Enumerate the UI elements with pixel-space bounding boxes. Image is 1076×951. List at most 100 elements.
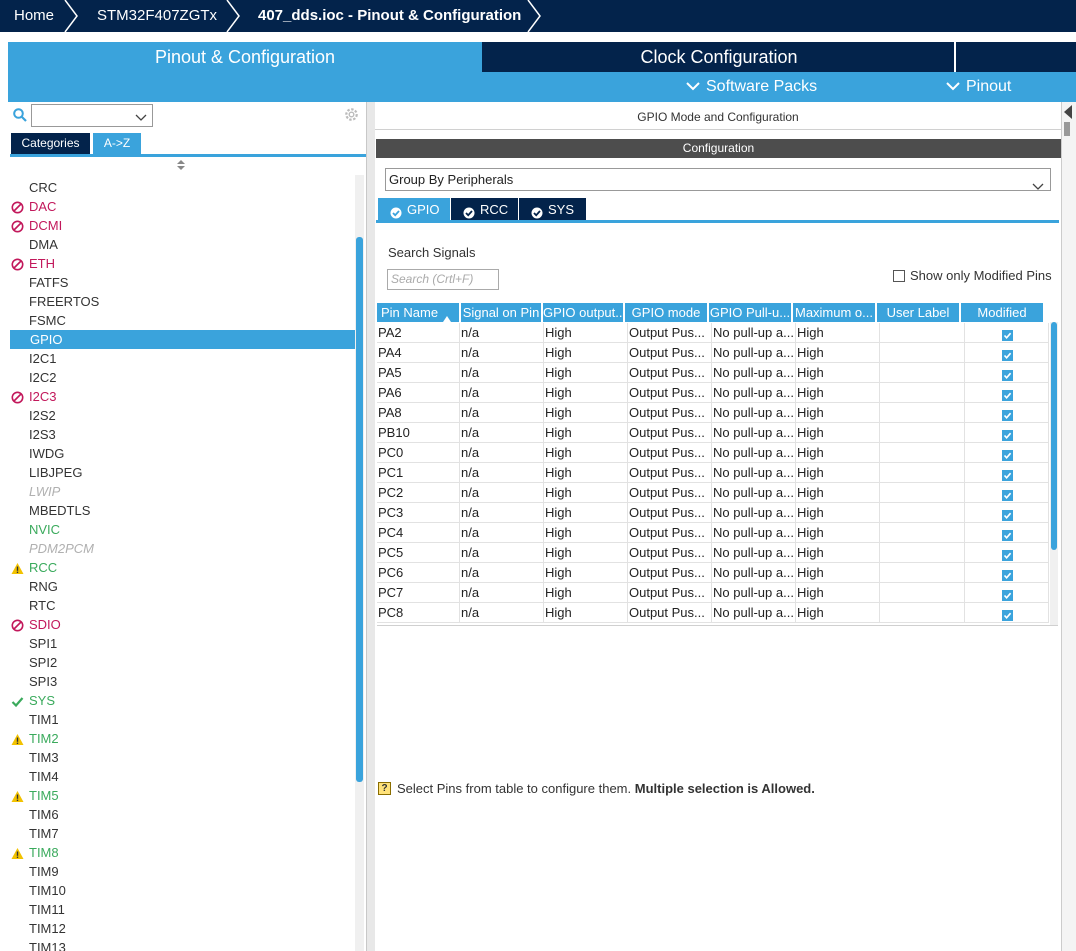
peripheral-item-tim3[interactable]: TIM3	[10, 748, 355, 767]
peripheral-item-tim4[interactable]: TIM4	[10, 767, 355, 786]
peripheral-item-lwip[interactable]: LWIP	[10, 482, 355, 501]
peripheral-item-libjpeg[interactable]: LIBJPEG	[10, 463, 355, 482]
peripheral-item-rcc[interactable]: RCC	[10, 558, 355, 577]
breadcrumb-home[interactable]: Home	[14, 0, 54, 32]
col-user-label-header[interactable]: User Label	[877, 303, 961, 322]
table-row[interactable]: PA2 n/a High Output Pus... No pull-up a... Hi…	[377, 323, 1049, 343]
table-row[interactable]: PA6 n/a High Output Pus... No pull-up a... Hi…	[377, 383, 1049, 403]
peripheral-item-tim2[interactable]: TIM2	[10, 729, 355, 748]
peripheral-item-tim11[interactable]: TIM11	[10, 900, 355, 919]
table-row[interactable]: PB10 n/a High Output Pus... No pull-up a... H…	[377, 423, 1049, 443]
peripheral-item-dma[interactable]: DMA	[10, 235, 355, 254]
col-gpio-pull-header[interactable]: GPIO Pull-u...	[709, 303, 793, 322]
col-signal-on-pin-header[interactable]: Signal on Pin	[461, 303, 543, 322]
table-row[interactable]: PC5 n/a High Output Pus... No pull-up a... Hi…	[377, 543, 1049, 563]
resize-grip[interactable]	[1064, 122, 1070, 136]
table-row[interactable]: PA5 n/a High Output Pus... No pull-up a... Hi…	[377, 363, 1049, 383]
table-row[interactable]: PC0 n/a High Output Pus... No pull-up a... Hi…	[377, 443, 1049, 463]
search-combo[interactable]	[31, 104, 153, 127]
peripheral-item-tim5[interactable]: TIM5	[10, 786, 355, 805]
tab-rcc[interactable]: RCC	[451, 198, 518, 221]
peripheral-item-freertos[interactable]: FREERTOS	[10, 292, 355, 311]
group-by-select[interactable]: Group By Peripherals	[385, 168, 1051, 191]
peripheral-item-tim10[interactable]: TIM10	[10, 881, 355, 900]
peripheral-item-i2s2[interactable]: I2S2	[10, 406, 355, 425]
peripheral-item-tim8[interactable]: TIM8	[10, 843, 355, 862]
col-maximum-output-header[interactable]: Maximum o...	[793, 303, 877, 322]
peripheral-item-eth[interactable]: ETH	[10, 254, 355, 273]
peripheral-item-dac[interactable]: DAC	[10, 197, 355, 216]
pinout-view-edge[interactable]	[1061, 102, 1076, 951]
peripheral-item-tim7[interactable]: TIM7	[10, 824, 355, 843]
peripheral-item-spi1[interactable]: SPI1	[10, 634, 355, 653]
peripheral-item-sdio[interactable]: SDIO	[10, 615, 355, 634]
col-gpio-mode-header[interactable]: GPIO mode	[625, 303, 709, 322]
software-packs-menu[interactable]: Software Packs	[686, 72, 817, 102]
peripheral-label: LWIP	[29, 484, 61, 499]
table-cell: Output Pus...	[628, 563, 712, 582]
panel-splitter[interactable]	[367, 102, 375, 951]
peripheral-item-tim12[interactable]: TIM12	[10, 919, 355, 938]
tab-categories[interactable]: Categories	[11, 133, 90, 154]
table-scrollbar[interactable]	[1050, 322, 1058, 626]
tab-a-to-z[interactable]: A->Z	[93, 133, 141, 154]
scrollbar-thumb[interactable]	[1051, 322, 1057, 550]
peripheral-item-mbedtls[interactable]: MBEDTLS	[10, 501, 355, 520]
peripheral-item-dcmi[interactable]: DCMI	[10, 216, 355, 235]
table-row[interactable]: PC7 n/a High Output Pus... No pull-up a... Hi…	[377, 583, 1049, 603]
col-pin-name-header[interactable]: Pin Name	[377, 303, 461, 322]
peripheral-item-gpio[interactable]: GPIO	[10, 330, 355, 349]
table-row[interactable]: PC2 n/a High Output Pus... No pull-up a... Hi…	[377, 483, 1049, 503]
peripheral-item-sys[interactable]: SYS	[10, 691, 355, 710]
modified-cell	[965, 543, 1049, 562]
peripheral-item-i2c1[interactable]: I2C1	[10, 349, 355, 368]
col-modified-header[interactable]: Modified	[961, 303, 1045, 322]
sort-toggle-icon[interactable]	[176, 159, 186, 174]
gear-icon[interactable]	[343, 106, 360, 126]
col-gpio-output-header[interactable]: GPIO output...	[543, 303, 625, 322]
peripheral-item-rtc[interactable]: RTC	[10, 596, 355, 615]
scrollbar-thumb[interactable]	[356, 237, 363, 782]
peripheral-item-nvic[interactable]: NVIC	[10, 520, 355, 539]
peripheral-item-i2c3[interactable]: I2C3	[10, 387, 355, 406]
breadcrumb-mcu[interactable]: STM32F407ZGTx	[97, 0, 217, 32]
peripheral-item-fsmc[interactable]: FSMC	[10, 311, 355, 330]
tab-clock-configuration[interactable]: Clock Configuration	[484, 42, 956, 72]
table-row[interactable]: PA8 n/a High Output Pus... No pull-up a... Hi…	[377, 403, 1049, 423]
table-row[interactable]: PA4 n/a High Output Pus... No pull-up a... Hi…	[377, 343, 1049, 363]
tab-pinout-configuration[interactable]: Pinout & Configuration	[8, 42, 482, 72]
table-row[interactable]: PC1 n/a High Output Pus... No pull-up a... Hi…	[377, 463, 1049, 483]
breadcrumb-project[interactable]: 407_dds.ioc - Pinout & Configuration	[258, 0, 521, 32]
peripheral-item-rng[interactable]: RNG	[10, 577, 355, 596]
chevron-down-icon	[1032, 176, 1044, 197]
checkbox-checked-icon	[1001, 487, 1013, 502]
peripheral-item-iwdg[interactable]: IWDG	[10, 444, 355, 463]
peripheral-item-tim9[interactable]: TIM9	[10, 862, 355, 881]
peripheral-item-spi2[interactable]: SPI2	[10, 653, 355, 672]
pinout-menu[interactable]: Pinout	[946, 72, 1011, 102]
peripheral-item-spi3[interactable]: SPI3	[10, 672, 355, 691]
peripheral-list-scrollbar[interactable]	[355, 175, 364, 951]
peripheral-item-tim13[interactable]: TIM13	[10, 938, 355, 951]
search-icon[interactable]	[13, 108, 27, 125]
peripheral-item-fatfs[interactable]: FATFS	[10, 273, 355, 292]
peripheral-item-crc[interactable]: CRC	[10, 178, 355, 197]
show-modified-checkbox[interactable]	[893, 270, 905, 282]
peripheral-label: NVIC	[29, 522, 61, 537]
table-row[interactable]: PC3 n/a High Output Pus... No pull-up a... Hi…	[377, 503, 1049, 523]
tab-gpio[interactable]: GPIO	[378, 198, 450, 221]
table-row[interactable]: PC8 n/a High Output Pus... No pull-up a... Hi…	[377, 603, 1049, 623]
collapse-arrow-icon[interactable]	[1063, 104, 1073, 123]
peripheral-item-i2s3[interactable]: I2S3	[10, 425, 355, 444]
table-cell	[880, 503, 965, 522]
search-signals-input[interactable]: Search (Crtl+F)	[387, 269, 499, 290]
peripheral-item-tim1[interactable]: TIM1	[10, 710, 355, 729]
table-header: Pin Name Signal on Pin GPIO output... GPIO …	[377, 303, 1049, 322]
peripheral-item-i2c2[interactable]: I2C2	[10, 368, 355, 387]
peripheral-item-tim6[interactable]: TIM6	[10, 805, 355, 824]
table-row[interactable]: PC6 n/a High Output Pus... No pull-up a... Hi…	[377, 563, 1049, 583]
peripheral-item-pdm2pcm[interactable]: PDM2PCM	[10, 539, 355, 558]
table-row[interactable]: PC4 n/a High Output Pus... No pull-up a... Hi…	[377, 523, 1049, 543]
tab-sys[interactable]: SYS	[519, 198, 586, 221]
peripheral-label: FSMC	[29, 313, 66, 328]
